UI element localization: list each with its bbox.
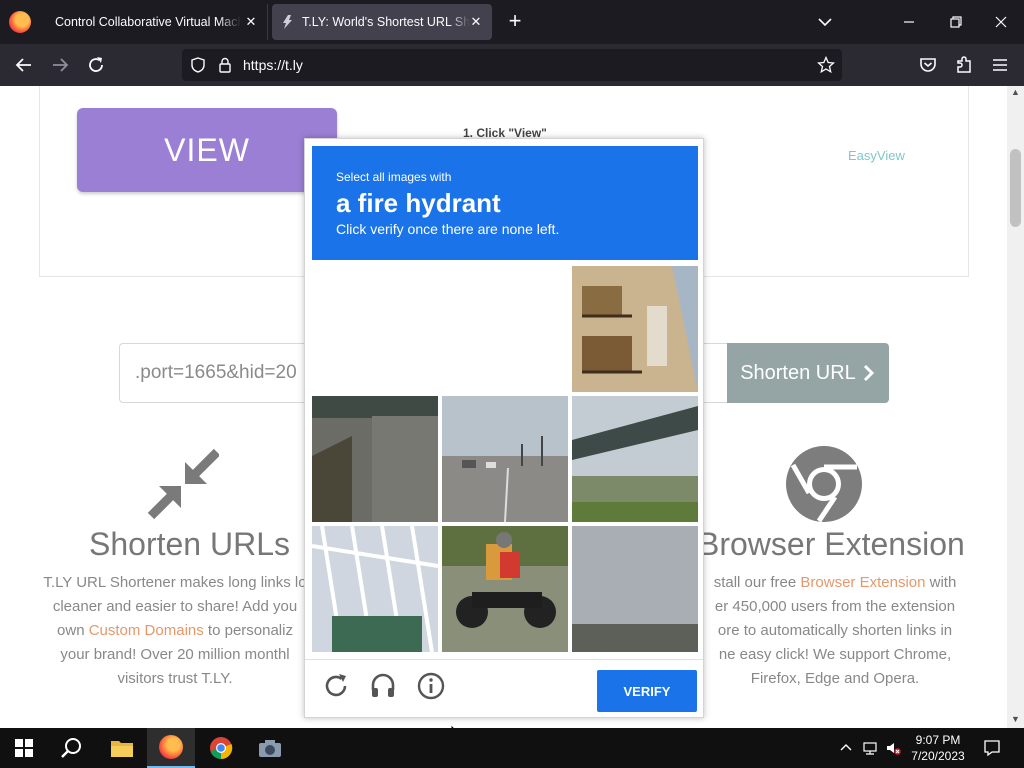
minimize-window-icon[interactable] xyxy=(897,10,921,34)
captcha-instruction: Select all images with xyxy=(336,170,452,184)
reload-icon[interactable] xyxy=(83,53,109,77)
tab-title: Control Collaborative Virtual Machine xyxy=(55,15,241,29)
chrome-taskbar-button[interactable] xyxy=(197,728,245,768)
text-line: Firefox, Edge and Opera. xyxy=(750,670,920,687)
tab-tly[interactable]: T.LY: World's Shortest URL Shortener ✕ xyxy=(272,4,492,40)
text-line: er 450,000 users from the extension xyxy=(714,598,956,615)
clock-date: 7/20/2023 xyxy=(911,749,965,763)
address-bar[interactable]: https://t.ly xyxy=(182,49,842,81)
tab-title: T.LY: World's Shortest URL Shortener xyxy=(302,15,470,29)
windows-taskbar: 9:07 PM 7/20/2023 xyxy=(0,728,1024,768)
search-button[interactable] xyxy=(48,728,96,768)
captcha-tile-fence[interactable] xyxy=(312,526,438,652)
ad-brand-logo[interactable]: EasyView xyxy=(848,148,905,163)
camera-app-button[interactable] xyxy=(246,728,294,768)
close-tab-icon[interactable]: ✕ xyxy=(468,14,484,30)
shorten-urls-description: T.LY URL Shortener makes long links lo c… xyxy=(20,571,330,691)
text-fragment: stall our free xyxy=(713,574,801,591)
chrome-logo-icon xyxy=(786,446,862,523)
back-arrow-icon[interactable] xyxy=(11,53,37,77)
ad-view-button[interactable]: VIEW xyxy=(77,108,337,192)
browser-extension-link[interactable]: Browser Extension xyxy=(800,574,925,591)
pocket-icon[interactable] xyxy=(915,53,941,77)
text-line: visitors trust T.LY. xyxy=(117,670,233,687)
lock-icon[interactable] xyxy=(216,56,234,74)
list-all-tabs-chevron-icon[interactable] xyxy=(814,12,836,32)
captcha-tile-sky[interactable] xyxy=(572,526,698,652)
windows-logo-icon xyxy=(15,739,33,757)
captcha-tile-overpass[interactable] xyxy=(572,396,698,522)
firefox-taskbar-button[interactable] xyxy=(147,728,195,768)
page-scrollbar[interactable]: ▲ ▼ xyxy=(1007,86,1024,728)
notification-center-icon[interactable] xyxy=(983,739,1001,757)
system-clock[interactable]: 9:07 PM 7/20/2023 xyxy=(900,732,976,764)
captcha-footer: VERIFY xyxy=(305,659,703,717)
text-line: your brand! Over 20 million monthl xyxy=(60,646,290,663)
captcha-tile-motorcycle[interactable] xyxy=(442,526,568,652)
show-hidden-icons-chevron-icon[interactable] xyxy=(838,740,854,756)
chrome-icon xyxy=(210,737,233,760)
bookmark-star-icon[interactable] xyxy=(817,56,835,74)
camera-icon xyxy=(259,740,281,757)
tab-control-collaborative[interactable]: Control Collaborative Virtual Machine ✕ xyxy=(42,4,268,40)
custom-domains-link[interactable]: Custom Domains xyxy=(89,622,204,639)
compress-arrows-icon xyxy=(147,448,219,520)
captcha-header: Select all images with a fire hydrant Cl… xyxy=(312,146,698,260)
tracking-protection-shield-icon[interactable] xyxy=(189,56,207,74)
navigation-bar: https://t.ly xyxy=(0,44,1024,86)
forward-arrow-icon[interactable] xyxy=(47,53,73,77)
captcha-tile-sidewalk[interactable] xyxy=(312,396,438,522)
volume-muted-icon[interactable] xyxy=(885,740,901,756)
network-icon[interactable] xyxy=(862,740,878,756)
extensions-puzzle-icon[interactable] xyxy=(951,53,977,77)
text-line: cleaner and easier to share! Add you xyxy=(52,598,298,615)
reload-challenge-icon[interactable] xyxy=(320,670,352,702)
browser-extension-title: Browser Extension xyxy=(698,526,965,562)
text-line: ore to automatically shorten links in xyxy=(717,622,953,639)
audio-challenge-headphones-icon[interactable] xyxy=(367,670,399,702)
folder-icon xyxy=(111,741,133,757)
text-line: own Custom Domains to personaliz xyxy=(20,619,330,643)
shorten-urls-title: Shorten URLs xyxy=(89,526,290,562)
captcha-tile-building[interactable] xyxy=(572,266,698,392)
captcha-target: a fire hydrant xyxy=(336,188,501,218)
browser-extension-description: stall our free Browser Extension with er… xyxy=(690,571,980,691)
text-line: stall our free Browser Extension with xyxy=(690,571,980,595)
scroll-up-arrow-icon[interactable]: ▲ xyxy=(1011,88,1020,97)
search-icon xyxy=(61,738,81,758)
shorten-url-label: Shorten URL xyxy=(740,361,856,384)
tab-bar: Control Collaborative Virtual Machine ✕ … xyxy=(0,0,1024,44)
captcha-hint: Click verify once there are none left. xyxy=(336,221,560,237)
chevron-right-icon xyxy=(863,364,874,382)
text-fragment: to personaliz xyxy=(207,622,293,639)
scroll-down-arrow-icon[interactable]: ▼ xyxy=(1011,715,1020,724)
new-tab-button[interactable]: + xyxy=(504,10,526,33)
captcha-tile-empty xyxy=(312,266,568,392)
hamburger-menu-icon[interactable] xyxy=(987,53,1013,77)
text-line: T.LY URL Shortener makes long links lo xyxy=(43,574,307,591)
shorten-url-button[interactable]: Shorten URL xyxy=(727,343,889,403)
captcha-tile-road[interactable] xyxy=(442,396,568,522)
verify-button[interactable]: VERIFY xyxy=(597,670,697,712)
text-line: ne easy click! We support Chrome, xyxy=(718,646,952,663)
close-window-icon[interactable] xyxy=(989,10,1013,34)
firefox-icon xyxy=(159,735,183,759)
scroll-thumb[interactable] xyxy=(1010,149,1021,227)
text-fragment: with xyxy=(925,574,957,591)
text-fragment: own xyxy=(57,622,89,639)
file-explorer-button[interactable] xyxy=(98,728,146,768)
recaptcha-challenge: Select all images with a fire hydrant Cl… xyxy=(304,138,704,718)
clock-time: 9:07 PM xyxy=(915,733,961,747)
restore-window-icon[interactable] xyxy=(943,10,967,34)
firefox-logo-icon[interactable] xyxy=(9,11,31,33)
help-info-icon[interactable] xyxy=(415,670,447,702)
tly-favicon-icon xyxy=(283,15,292,29)
close-tab-icon[interactable]: ✕ xyxy=(243,14,259,30)
url-text[interactable]: https://t.ly xyxy=(243,57,303,73)
start-button[interactable] xyxy=(0,728,48,768)
